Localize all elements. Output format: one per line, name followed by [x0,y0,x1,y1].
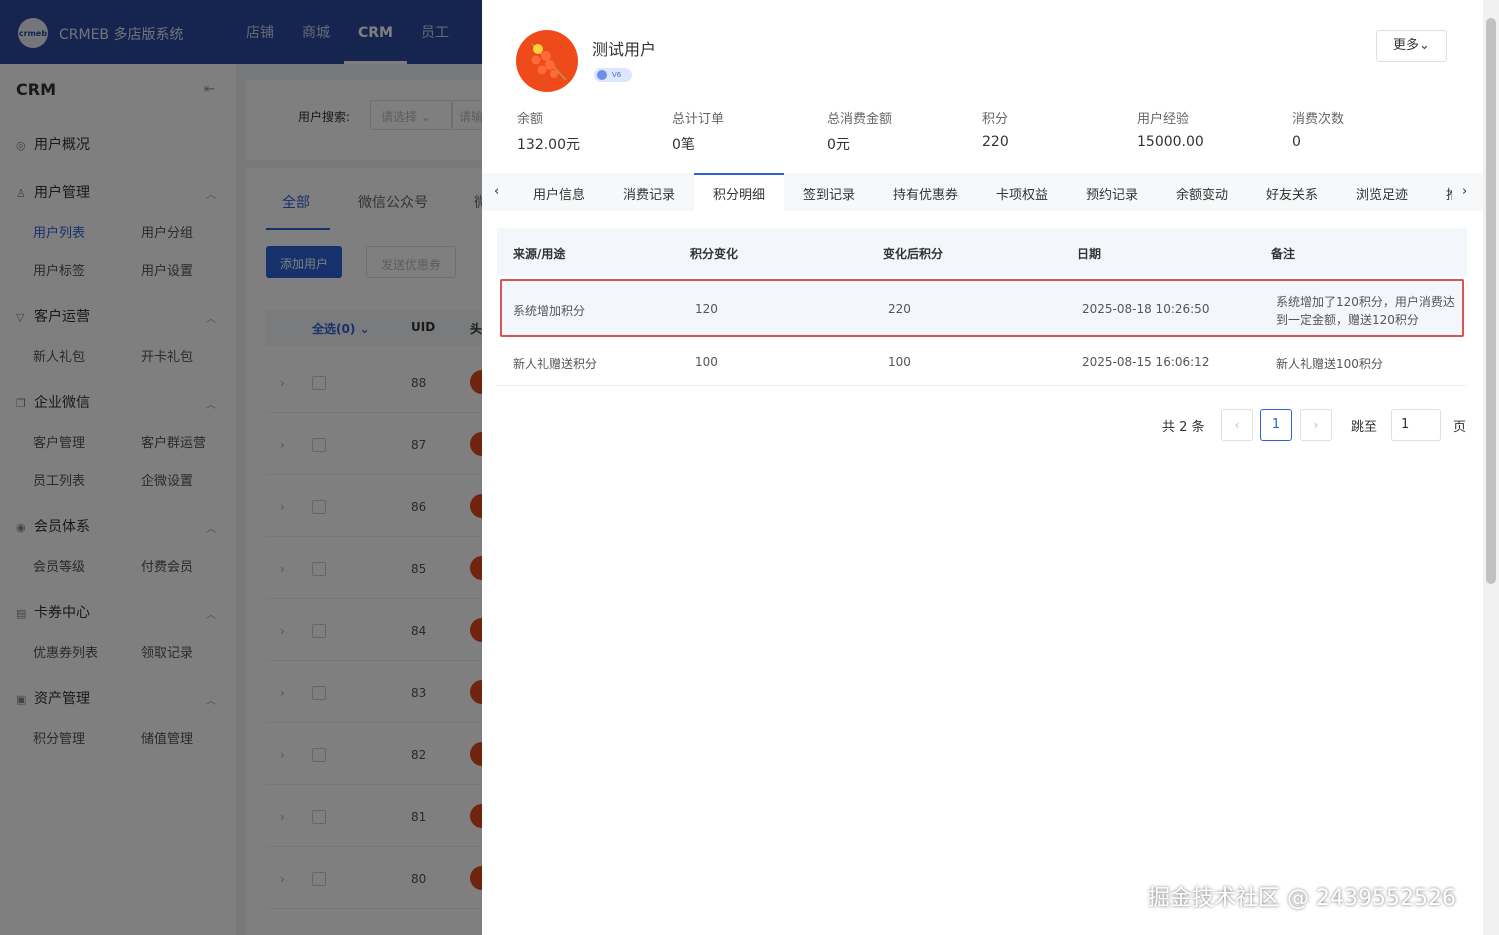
tab-user-info[interactable]: 用户信息 [533,184,585,203]
more-button[interactable]: 更多⌄ [1376,30,1447,62]
stat-balance-value: 132.00元 [517,137,580,153]
member-level-badge: V6 [594,68,632,82]
stat-orders-label: 总计订单 [672,112,725,127]
tab-balance-changes[interactable]: 余额变动 [1176,184,1228,203]
user-avatar [516,30,578,92]
next-page-button[interactable]: › [1300,409,1332,441]
chevron-left-icon[interactable]: ‹ [494,184,499,199]
col-date: 日期 [1077,247,1102,261]
row1-note-line1: 系统增加了120积分，用户消费达 [1276,295,1455,309]
pagination-total: 共 2 条 [1162,420,1205,435]
stat-purchase-count-label: 消费次数 [1292,112,1345,127]
row2-date: 2025-08-15 16:06:12 [1082,355,1210,369]
row-divider [497,385,1467,386]
tab-consumption-records[interactable]: 消费记录 [623,184,675,203]
page-number-button[interactable]: 1 [1260,409,1292,441]
tab-reservation-records[interactable]: 预约记录 [1086,184,1138,203]
jump-to-label: 跳至 [1351,420,1378,435]
points-table-header [497,228,1467,276]
stat-experience-label: 用户经验 [1137,112,1190,127]
level-text: V6 [612,71,622,79]
row1-after: 220 [888,302,911,316]
row1-date: 2025-08-18 10:26:50 [1082,302,1210,316]
chevron-right-icon[interactable]: › [1462,184,1467,199]
stat-points-label: 积分 [982,112,1009,127]
tab-sign-in-records[interactable]: 签到记录 [803,184,855,203]
stat-spend-label: 总消费金额 [827,112,893,127]
tab-held-coupons[interactable]: 持有优惠券 [893,184,958,203]
user-name: 测试用户 [592,40,657,59]
chevron-right-icon: › [1313,418,1319,432]
jump-page-input[interactable]: 1 [1391,409,1441,441]
stat-experience-value: 15000.00 [1137,134,1204,150]
col-note: 备注 [1271,247,1296,261]
candied-fruit-icon [531,43,567,81]
row1-note-line2: 到一定金额，赠送120积分 [1276,313,1419,327]
chevron-down-icon: ⌄ [1419,38,1430,53]
stat-orders-value: 0笔 [672,137,695,153]
app-root: crmeb CRMEB 多店版系统 店铺 商城 CRM 员工 CRM ⇤ ◎用户… [0,0,1499,935]
prev-page-button[interactable]: ‹ [1221,409,1253,441]
col-source: 来源/用途 [513,247,566,261]
row1-change: 120 [695,302,718,316]
row2-source: 新人礼赠送积分 [513,357,598,371]
row2-change: 100 [695,355,718,369]
col-change: 积分变化 [690,247,739,261]
tab-card-benefits[interactable]: 卡项权益 [996,184,1048,203]
stat-spend-value: 0元 [827,137,850,153]
page-unit-label: 页 [1453,420,1467,435]
tab-browsing-history[interactable]: 浏览足迹 [1356,184,1408,203]
tab-promotion[interactable]: 推 [1446,184,1452,203]
tab-points-detail[interactable]: 积分明细 [713,184,765,203]
stat-purchase-count-value: 0 [1292,134,1301,150]
chevron-left-icon: ‹ [1234,418,1240,432]
row2-note: 新人礼赠送100积分 [1276,357,1383,371]
watermark-text: 掘金技术社区 @ 2439552526 [1148,886,1456,911]
row2-after: 100 [888,355,911,369]
tab-friend-relations[interactable]: 好友关系 [1266,184,1318,203]
scrollbar-thumb[interactable] [1486,18,1496,584]
drawer-scrollbar[interactable] [1483,0,1499,935]
col-after: 变化后积分 [883,247,944,261]
row1-source: 系统增加积分 [513,304,586,318]
stat-points-value: 220 [982,134,1009,150]
more-label: 更多 [1393,38,1420,53]
stat-balance-label: 余额 [517,112,544,127]
user-detail-drawer: 测试用户 V6 更多⌄ 余额 132.00元 总计订单 0笔 总消费金额 0元 … [482,0,1499,935]
level-icon [597,70,607,80]
